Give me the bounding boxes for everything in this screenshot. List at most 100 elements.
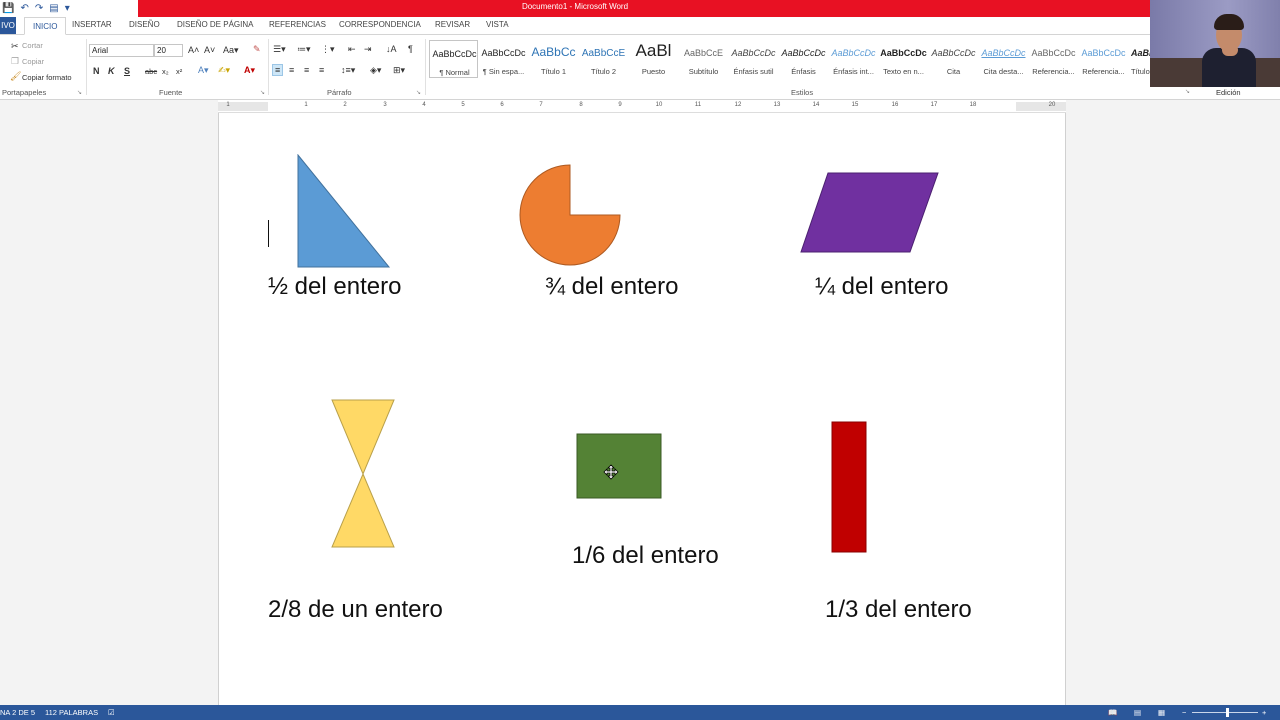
hourglass-shape[interactable] xyxy=(331,399,395,549)
shading-icon[interactable]: ◈▾ xyxy=(370,65,381,76)
dialog-launcher-icon[interactable]: ↘ xyxy=(416,89,421,96)
style-subtitulo[interactable]: AaBbCcE Subtítulo xyxy=(679,40,728,78)
style-titulo-2[interactable]: AaBbCcE Título 2 xyxy=(579,40,628,78)
scissors-icon[interactable]: ✂ xyxy=(11,41,19,52)
style-sample: AaBbCcE xyxy=(581,48,626,59)
style-enfasis-sutil[interactable]: AaBbCcDc Énfasis sutil xyxy=(729,40,778,78)
triangle-shape[interactable] xyxy=(297,154,391,269)
clear-format-icon[interactable]: ✎ xyxy=(253,44,261,55)
customize-qat-icon[interactable]: ▾ xyxy=(65,3,70,14)
style-label: Cita xyxy=(946,67,961,76)
subscript-button[interactable]: x₂ xyxy=(162,67,169,76)
print-layout-icon[interactable]: ▤ xyxy=(1134,708,1141,717)
tab-insertar[interactable]: INSERTAR xyxy=(72,20,112,29)
cut-button[interactable]: Cortar xyxy=(22,41,43,50)
bullets-icon[interactable]: ☰▾ xyxy=(273,44,286,55)
ruler-number: 2 xyxy=(343,102,347,108)
tall-rectangle-shape[interactable] xyxy=(831,421,868,554)
style-texto-negrita[interactable]: AaBbCcDc Texto en n... xyxy=(879,40,928,78)
change-case-icon[interactable]: Aa▾ xyxy=(223,45,239,56)
style-cita[interactable]: AaBbCcDc Cita xyxy=(929,40,978,78)
tab-file[interactable]: IVO xyxy=(0,17,16,34)
pilcrow-icon[interactable]: ¶ xyxy=(408,44,413,54)
numbering-icon[interactable]: ≔▾ xyxy=(297,44,311,55)
zoom-out-icon[interactable]: − xyxy=(1182,708,1186,717)
rectangle-shape[interactable] xyxy=(576,433,663,500)
superscript-button[interactable]: x² xyxy=(176,67,182,76)
print-preview-icon[interactable]: ▤ xyxy=(49,3,58,14)
ribbon-tabs: IVO INICIO INSERTAR DISEÑO DISEÑO DE PÁG… xyxy=(0,17,1280,35)
shrink-font-icon[interactable]: A˅ xyxy=(204,45,215,55)
zoom-slider-thumb[interactable] xyxy=(1226,708,1229,717)
highlight-icon[interactable]: ✍▾ xyxy=(218,65,230,76)
font-size-select[interactable]: 20 xyxy=(154,44,183,57)
ruler-number: 7 xyxy=(539,102,543,108)
format-painter-icon[interactable]: 🖌 xyxy=(10,71,21,82)
document-page[interactable]: ½ del entero ¾ del entero ¼ del entero 2… xyxy=(218,113,1066,705)
tab-diseno[interactable]: DISEÑO xyxy=(129,20,160,29)
align-left-icon[interactable]: ≡ xyxy=(272,64,284,76)
format-painter-button[interactable]: Copiar formato xyxy=(22,73,72,82)
style-sin-espaciado[interactable]: AaBbCcDc ¶ Sin espa... xyxy=(479,40,528,78)
dialog-launcher-icon[interactable]: ↘ xyxy=(260,89,265,96)
decrease-indent-icon[interactable]: ⇤ xyxy=(348,44,356,55)
style-enfasis-intenso[interactable]: AaBbCcDc Énfasis int... xyxy=(829,40,878,78)
copy-icon[interactable]: ❐ xyxy=(11,56,19,67)
justify-icon[interactable]: ≡ xyxy=(319,65,324,75)
webcam-person-hands xyxy=(1222,44,1238,56)
style-puesto[interactable]: AaBl Puesto xyxy=(629,40,678,78)
tab-inicio[interactable]: INICIO xyxy=(24,17,67,35)
underline-button[interactable]: S xyxy=(124,66,130,76)
read-mode-icon[interactable]: 📖 xyxy=(1108,708,1117,717)
copy-button[interactable]: Copiar xyxy=(22,57,44,66)
borders-icon[interactable]: ⊞▾ xyxy=(393,65,405,76)
tab-vista[interactable]: VISTA xyxy=(486,20,509,29)
bold-button[interactable]: N xyxy=(93,66,100,76)
style-titulo-1[interactable]: AaBbCc Título 1 xyxy=(529,40,578,78)
line-spacing-icon[interactable]: ↕≡▾ xyxy=(341,65,355,76)
tab-revisar[interactable]: REVISAR xyxy=(435,20,470,29)
font-family-select[interactable]: Arial xyxy=(89,44,154,57)
save-icon[interactable]: 💾 xyxy=(2,3,14,14)
tab-diseno-pagina[interactable]: DISEÑO DE PÁGINA xyxy=(177,20,253,29)
style-referencia-sutil[interactable]: AaBbCcDc Referencia... xyxy=(1029,40,1078,78)
style-normal[interactable]: AaBbCcDc ¶ Normal xyxy=(429,40,478,78)
zoom-slider[interactable] xyxy=(1192,712,1258,713)
style-label: Énfasis xyxy=(791,67,816,76)
parallelogram-shape[interactable] xyxy=(800,172,940,254)
redo-icon[interactable]: ↷ xyxy=(35,3,43,14)
group-label-styles: Estilos xyxy=(791,88,814,97)
font-color-icon[interactable]: A▾ xyxy=(244,65,255,76)
text-effects-icon[interactable]: A▾ xyxy=(198,65,209,76)
pie-fill xyxy=(519,164,621,266)
multilevel-list-icon[interactable]: ⋮▾ xyxy=(321,44,335,55)
sort-icon[interactable]: ↓A xyxy=(386,44,397,54)
zoom-in-icon[interactable]: + xyxy=(1262,708,1266,717)
style-cita-destacada[interactable]: AaBbCcDc Cita desta... xyxy=(979,40,1028,78)
move-cursor-arrows xyxy=(603,464,619,480)
style-referencia-intensa[interactable]: AaBbCcDc Referencia... xyxy=(1079,40,1128,78)
italic-button[interactable]: K xyxy=(108,66,115,76)
proofing-icon[interactable]: ☑ xyxy=(108,708,115,717)
align-center-icon[interactable]: ≡ xyxy=(289,65,294,75)
fraction-label-two-eighths: 2/8 de un entero xyxy=(268,596,443,623)
word-count[interactable]: 112 PALABRAS xyxy=(45,708,98,717)
horizontal-ruler[interactable]: 1 1 2 3 4 5 6 7 8 9 10 11 12 13 14 15 16… xyxy=(218,100,1066,113)
tab-referencias[interactable]: REFERENCIAS xyxy=(269,20,326,29)
style-label: Énfasis int... xyxy=(833,67,874,76)
dialog-launcher-icon[interactable]: ↘ xyxy=(1185,88,1190,95)
increase-indent-icon[interactable]: ⇥ xyxy=(364,44,372,55)
dialog-launcher-icon[interactable]: ↘ xyxy=(77,89,82,96)
strikethrough-button[interactable]: abc xyxy=(145,67,157,76)
tall-rectangle-fill xyxy=(831,421,867,553)
grow-font-icon[interactable]: A˄ xyxy=(188,45,199,55)
style-titulo-libro[interactable]: AaBb Título xyxy=(1129,40,1150,78)
align-right-icon[interactable]: ≡ xyxy=(304,65,309,75)
undo-icon[interactable]: ↶ xyxy=(20,3,28,14)
web-layout-icon[interactable]: ▦ xyxy=(1158,708,1165,717)
tab-correspondencia[interactable]: CORRESPONDENCIA xyxy=(339,20,421,29)
page-indicator[interactable]: NA 2 DE 5 xyxy=(0,708,35,717)
style-enfasis[interactable]: AaBbCcDc Énfasis xyxy=(779,40,828,78)
style-sample: AaBb xyxy=(1131,48,1150,58)
pie-shape[interactable] xyxy=(518,163,622,267)
